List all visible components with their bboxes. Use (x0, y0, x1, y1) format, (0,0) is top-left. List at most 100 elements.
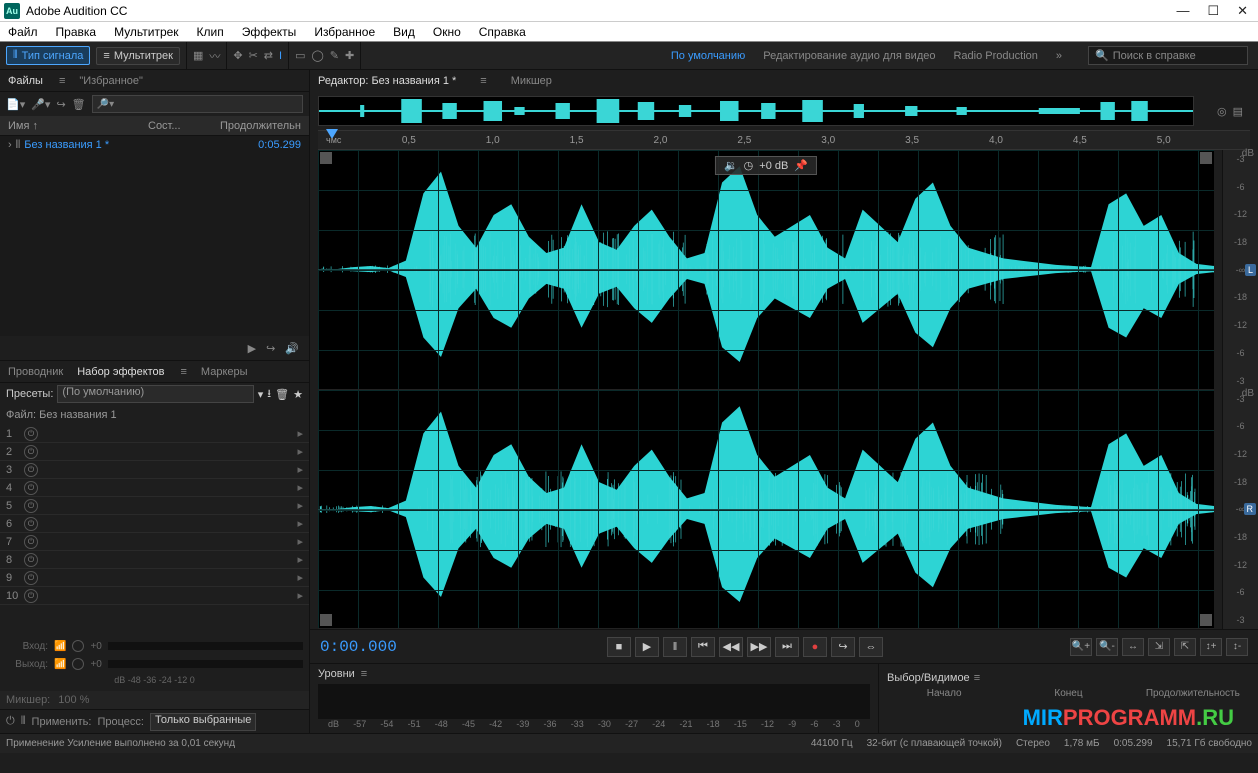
menu-clip[interactable]: Клип (193, 23, 228, 41)
tab-favorites[interactable]: "Избранное" (79, 75, 143, 87)
corner-handle[interactable] (320, 152, 332, 164)
fx-slot[interactable]: 3⏻▸ (0, 461, 309, 479)
power-icon[interactable]: ⏻ (24, 445, 38, 459)
help-search-input[interactable]: 🔍Поиск в справке (1088, 46, 1248, 65)
waveform-mode-button[interactable]: ⫴Тип сигнала (6, 46, 90, 65)
power-icon[interactable]: ⏻ (24, 427, 38, 441)
workspace-video[interactable]: Редактирование аудио для видео (763, 50, 935, 62)
fx-slot[interactable]: 10⏻▸ (0, 587, 309, 605)
waveform-overview[interactable] (318, 96, 1194, 126)
zoom-out-button[interactable]: 🔍- (1096, 638, 1118, 656)
brush-tool[interactable]: ✎ (330, 49, 339, 62)
col-name[interactable]: Имя ↑ (8, 120, 148, 132)
fx-slot[interactable]: 2⏻▸ (0, 443, 309, 461)
levels-menu-icon[interactable]: ≡ (361, 668, 367, 680)
corner-handle[interactable] (320, 614, 332, 626)
process-select[interactable]: Только выбранные (150, 713, 256, 731)
loop-file-button[interactable]: ↪ (266, 342, 275, 355)
spectral-freq-button[interactable]: ▦ (193, 49, 203, 62)
tab-files[interactable]: Файлы (8, 75, 43, 87)
menu-file[interactable]: Файл (4, 23, 42, 41)
zoom-in-v-button[interactable]: ⇱ (1174, 638, 1196, 656)
skip-start-button[interactable]: ⏮ (691, 637, 715, 657)
menu-edit[interactable]: Правка (52, 23, 101, 41)
fx-slot[interactable]: 4⏻▸ (0, 479, 309, 497)
menu-multitrack[interactable]: Мультитрек (110, 23, 182, 41)
gain-hud[interactable]: 🔉◷+0 dB📌 (715, 156, 817, 175)
workspace-radio[interactable]: Radio Production (953, 50, 1037, 62)
multitrack-mode-button[interactable]: ≡Мультитрек (96, 47, 180, 65)
waveform-right-channel[interactable] (318, 390, 1214, 630)
tab-effects-rack[interactable]: Набор эффектов (77, 366, 164, 378)
files-filter-input[interactable]: 🔎▾ (92, 95, 303, 113)
maximize-button[interactable]: ☐ (1207, 3, 1219, 19)
zoom-out-v-button[interactable]: ↕+ (1200, 638, 1222, 656)
pin-icon[interactable]: 📌 (794, 159, 808, 172)
marquee-tool[interactable]: ▭ (295, 49, 305, 62)
timeline-ruler[interactable]: чмс 0,5 1,0 1,5 2,0 2,5 3,0 3,5 4,0 4,5 … (318, 130, 1250, 150)
current-time-display[interactable]: 0:00.000 (320, 638, 420, 656)
menu-view[interactable]: Вид (389, 23, 419, 41)
record-file-button[interactable]: 🎤▾ (31, 98, 50, 111)
power-icon[interactable]: ⏻ (24, 589, 38, 603)
power-icon[interactable]: ⏻ (24, 517, 38, 531)
rack-chain-icon[interactable]: ⦀ (21, 715, 26, 728)
razor-tool[interactable]: ✂ (249, 49, 258, 62)
insert-button[interactable]: ↪ (56, 98, 65, 111)
play-button[interactable]: ▶ (635, 637, 659, 657)
power-icon[interactable]: ⏻ (24, 463, 38, 477)
rack-menu-icon[interactable]: ≡ (181, 366, 187, 378)
spectral-pitch-button[interactable]: 〰 (209, 48, 220, 64)
close-file-button[interactable]: 🗑 (72, 98, 86, 111)
save-preset-button[interactable]: ⭳ (267, 385, 271, 404)
corner-handle[interactable] (1200, 152, 1212, 164)
fx-slot[interactable]: 6⏻▸ (0, 515, 309, 533)
selview-menu-icon[interactable]: ≡ (974, 672, 980, 684)
fx-slot[interactable]: 8⏻▸ (0, 551, 309, 569)
panel-menu-icon[interactable]: ≡ (59, 75, 65, 87)
fx-slot[interactable]: 7⏻▸ (0, 533, 309, 551)
col-duration[interactable]: Продолжительн (218, 120, 301, 132)
open-file-button[interactable]: 📄▾ (6, 98, 25, 111)
fx-slot[interactable]: 5⏻▸ (0, 497, 309, 515)
channel-right-indicator[interactable]: R (1244, 503, 1257, 515)
editor-menu-icon[interactable]: ≡ (480, 75, 486, 87)
fx-slot[interactable]: 1⏻▸ (0, 425, 309, 443)
zoom-nav-icon[interactable]: ◎ (1217, 105, 1227, 118)
skip-end-button[interactable]: ⏭ (775, 637, 799, 657)
fx-slot[interactable]: 9⏻▸ (0, 569, 309, 587)
record-button[interactable]: ● (803, 637, 827, 657)
move-tool[interactable]: ✥ (233, 49, 242, 62)
chevron-down-icon[interactable]: ▾ (258, 388, 264, 401)
zoom-reset-v-button[interactable]: ↕- (1226, 638, 1248, 656)
close-button[interactable]: ✕ (1237, 3, 1248, 19)
tab-editor[interactable]: Редактор: Без названия 1 * (318, 75, 456, 87)
delete-preset-button[interactable]: 🗑 (275, 388, 289, 401)
rack-power-button[interactable]: ⏻ (6, 715, 15, 728)
heal-tool[interactable]: ✚ (345, 49, 354, 62)
workspace-more[interactable]: » (1056, 50, 1062, 62)
loop-button[interactable]: ↪ (831, 637, 855, 657)
pan-nav-icon[interactable]: ▤ (1233, 105, 1243, 118)
zoom-full-button[interactable]: ↔ (1122, 638, 1144, 656)
play-file-button[interactable]: ▶ (248, 342, 256, 355)
stop-button[interactable]: ■ (607, 637, 631, 657)
minimize-button[interactable]: — (1176, 3, 1189, 19)
auto-play-button[interactable]: 🔊 (285, 342, 299, 355)
file-row[interactable]: › ⫴ Без названия 1 * 0:05.299 (0, 136, 309, 154)
waveform-left-channel[interactable]: 🔉◷+0 dB📌 (318, 150, 1214, 390)
power-icon[interactable]: ⏻ (24, 553, 38, 567)
output-knob[interactable] (72, 658, 84, 670)
corner-handle[interactable] (1200, 614, 1212, 626)
preset-select[interactable]: (По умолчанию) (57, 385, 253, 403)
slip-tool[interactable]: ⇄ (264, 49, 273, 62)
rewind-button[interactable]: ◀◀ (719, 637, 743, 657)
col-status[interactable]: Сост... (148, 120, 218, 132)
menu-effects[interactable]: Эффекты (238, 23, 301, 41)
zoom-in-button[interactable]: 🔍+ (1070, 638, 1092, 656)
lasso-tool[interactable]: ◯ (311, 49, 323, 62)
tab-markers[interactable]: Маркеры (201, 366, 248, 378)
power-icon[interactable]: ⏻ (24, 571, 38, 585)
power-icon[interactable]: ⏻ (24, 499, 38, 513)
menu-favorites[interactable]: Избранное (310, 23, 379, 41)
